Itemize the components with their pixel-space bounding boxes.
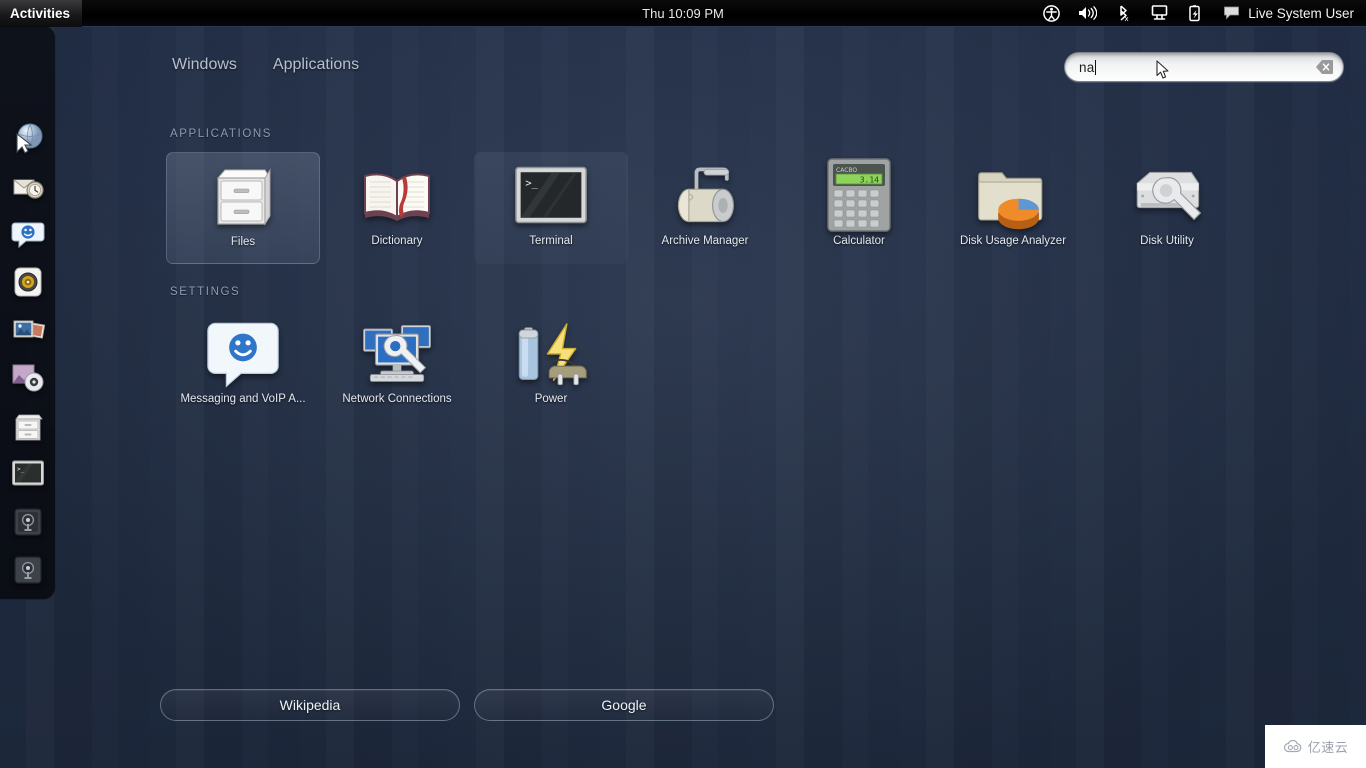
app-item-calculator[interactable]: CACBO 3.14 Calculator [782,152,936,264]
calculator-display: 3.14 [860,176,879,185]
open-book-icon [360,158,434,232]
app-label: Files [230,236,256,248]
dash-item-files[interactable] [0,402,56,450]
search-provider-wikipedia[interactable]: Wikipedia [160,689,460,721]
folder-piechart-icon [976,158,1050,232]
activities-button[interactable]: Activities [0,0,83,27]
app-label: Power [534,393,568,405]
file-cabinet-icon [206,159,280,233]
app-item-archive-manager[interactable]: Archive Manager [628,152,782,264]
svg-text:>_: >_ [525,177,538,189]
svg-text:>_: >_ [17,466,25,473]
clear-icon[interactable] [1316,60,1333,74]
watermark: 亿速云 [1265,725,1366,768]
accessibility-icon[interactable] [1041,4,1061,22]
dash-item-passwords-1[interactable] [0,498,56,546]
app-label: Disk Usage Analyzer [959,235,1067,247]
dash-item-passwords-2[interactable] [0,546,56,594]
dash-item-music-player[interactable] [0,258,56,306]
terminal-icon: >_ [514,158,588,232]
user-name-label: Live System User [1248,5,1354,21]
monitors-wrench-icon [360,316,434,390]
search-provider-google[interactable]: Google [474,689,774,721]
dash-item-photos[interactable] [0,306,56,354]
search-input[interactable]: na [1064,52,1344,82]
app-label: Disk Utility [1140,235,1194,247]
settings-grid: Messaging and VoIP A... Network Connecti… [166,310,1336,422]
calculator-brand: CACBO [836,167,857,174]
app-item-disk-usage-analyzer[interactable]: Disk Usage Analyzer [936,152,1090,264]
battery-plug-icon [514,316,588,390]
dash-item-mail[interactable] [0,162,56,210]
cloud-logo-icon [1283,739,1302,752]
tab-applications[interactable]: Applications [269,54,363,76]
harddisk-wrench-icon [1130,158,1204,232]
archive-roller-icon [668,158,742,232]
system-status-area: x Live System User [1041,4,1366,22]
settings-item-power[interactable]: Power [474,310,628,422]
calculator-icon: CACBO 3.14 [822,158,896,232]
activities-overview: >_ Windows Applications na APPLICATIONS … [0,0,1366,768]
display-icon[interactable] [1149,4,1169,22]
app-label: Archive Manager [661,235,749,247]
app-label: Messaging and VoIP A... [180,393,306,405]
applications-grid: Files Dictionary >_ Terminal Archive Man… [166,152,1336,264]
dash-item-video-player[interactable] [0,354,56,402]
app-item-disk-utility[interactable]: Disk Utility [1090,152,1244,264]
app-item-terminal[interactable]: >_ Terminal [474,152,628,264]
dash-item-terminal[interactable]: >_ [0,450,56,498]
svg-text:x: x [1124,15,1128,22]
app-label: Dictionary [371,235,423,247]
text-caret [1095,59,1097,75]
dash-item-messaging[interactable] [0,210,56,258]
watermark-text: 亿速云 [1307,740,1349,755]
search-results: APPLICATIONS Files Dictionary >_ Termina… [166,128,1336,422]
settings-heading: SETTINGS [170,286,241,298]
app-item-files[interactable]: Files [166,152,320,264]
chat-bubble-smiley-icon [206,316,280,390]
app-item-dictionary[interactable]: Dictionary [320,152,474,264]
user-menu[interactable]: Live System User [1221,4,1354,22]
tab-windows[interactable]: Windows [168,54,241,76]
dash-item-web-browser[interactable] [0,114,56,162]
battery-charging-icon[interactable] [1185,4,1205,22]
settings-item-messaging-voip[interactable]: Messaging and VoIP A... [166,310,320,422]
app-label: Network Connections [342,393,452,405]
bluetooth-disabled-icon[interactable]: x [1113,4,1133,22]
search-area: na [1064,52,1344,82]
search-providers: Wikipedia Google [160,689,774,721]
search-value: na [1079,59,1095,75]
app-label: Calculator [833,235,885,247]
chat-icon [1221,4,1241,22]
volume-icon[interactable] [1077,4,1097,22]
applications-heading: APPLICATIONS [170,128,273,140]
view-selector: Windows Applications [168,54,363,76]
settings-item-network-connections[interactable]: Network Connections [320,310,474,422]
app-label: Terminal [529,235,573,247]
top-bar: Activities Thu 10:09 PM x Live System Us… [0,0,1366,27]
dash-panel: >_ [0,25,56,600]
settings-section: SETTINGS Messaging and VoIP A... Network… [166,286,1336,422]
